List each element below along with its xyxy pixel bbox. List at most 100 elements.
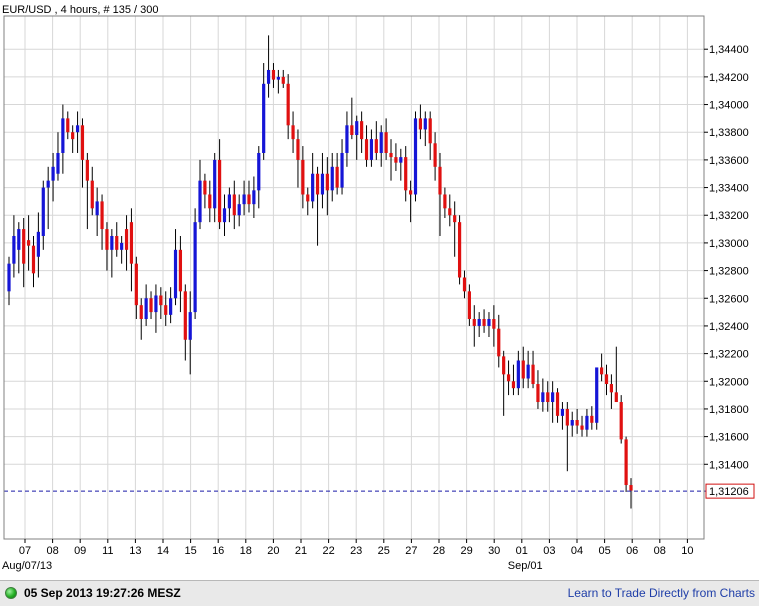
y-tick-label: 1,34000 bbox=[709, 100, 749, 112]
candle-body bbox=[369, 139, 374, 160]
x-tick-label: 10 bbox=[681, 545, 693, 557]
candle-body bbox=[139, 305, 143, 320]
candle-body bbox=[448, 208, 452, 216]
candle-body bbox=[394, 157, 398, 163]
last-price-marker: 1,31206 bbox=[705, 483, 755, 499]
candle-body bbox=[188, 312, 192, 340]
candle bbox=[193, 208, 197, 320]
candle-body bbox=[208, 194, 212, 209]
candle-body bbox=[154, 295, 158, 313]
x-tick-label: 05 bbox=[598, 545, 610, 557]
candle-body bbox=[110, 235, 114, 250]
candle-body bbox=[482, 319, 486, 326]
candle-body bbox=[71, 132, 75, 140]
candle-body bbox=[404, 157, 408, 191]
candle-body bbox=[296, 139, 300, 160]
candle-body bbox=[340, 152, 344, 188]
x-tick-label: 21 bbox=[295, 545, 307, 557]
x-tick-label: 14 bbox=[157, 545, 169, 557]
candle-body bbox=[257, 152, 261, 191]
candle-body bbox=[217, 159, 222, 223]
x-tick-label: 30 bbox=[488, 545, 500, 557]
candle bbox=[619, 395, 623, 444]
candlestick-chart[interactable]: 1,31400 1,31600 1,31800 1,32000 1,32200 1,324… bbox=[0, 0, 759, 580]
candle-body bbox=[149, 298, 153, 313]
candle-body bbox=[590, 415, 594, 423]
x-tick-label: 06 bbox=[626, 545, 638, 557]
candle-body bbox=[36, 231, 40, 257]
candle-body bbox=[105, 229, 109, 250]
candle-body bbox=[614, 392, 618, 403]
candle-body bbox=[315, 173, 320, 195]
candle-body bbox=[595, 367, 599, 423]
candle-body bbox=[271, 69, 276, 80]
candle-body bbox=[526, 364, 530, 379]
candle-body bbox=[472, 319, 476, 326]
candle-body bbox=[232, 194, 236, 216]
y-tick-label: 1,33600 bbox=[709, 155, 749, 167]
y-tick-label: 1,34400 bbox=[709, 44, 749, 56]
candle-body bbox=[428, 118, 432, 144]
candle-body bbox=[345, 125, 349, 153]
candle-body bbox=[301, 159, 305, 195]
connection-status-icon bbox=[5, 587, 17, 599]
candle-body bbox=[502, 356, 506, 375]
candle-body bbox=[22, 229, 26, 264]
candle-body bbox=[546, 392, 550, 403]
candle bbox=[624, 436, 628, 492]
chart-title: EUR/USD , 4 hours, # 135 / 300 bbox=[2, 4, 159, 16]
candle-body bbox=[247, 194, 251, 205]
candle-body bbox=[124, 229, 129, 250]
candle-body bbox=[619, 402, 623, 440]
candle-body bbox=[85, 159, 89, 181]
last-price-label: 1,31206 bbox=[709, 486, 749, 498]
candle-body bbox=[320, 173, 325, 195]
x-tick-label: 28 bbox=[433, 545, 445, 557]
candle-body bbox=[227, 194, 231, 209]
candle-body bbox=[521, 360, 525, 379]
y-tick-label: 1,33800 bbox=[709, 127, 749, 139]
candle-body bbox=[17, 229, 21, 250]
chart-area[interactable]: 1,31400 1,31600 1,31800 1,32000 1,32200 1,324… bbox=[0, 0, 759, 580]
x-sublabel: Aug/07/13 bbox=[2, 560, 52, 572]
candle-body bbox=[624, 439, 628, 486]
x-tick-label: 29 bbox=[460, 545, 472, 557]
y-tick-label: 1,32000 bbox=[709, 376, 749, 388]
x-tick-label: 04 bbox=[571, 545, 583, 557]
candle-body bbox=[560, 408, 565, 416]
candle bbox=[457, 215, 462, 285]
candle-body bbox=[164, 305, 168, 315]
candle-body bbox=[46, 180, 50, 188]
y-tick-label: 1,31600 bbox=[709, 432, 749, 444]
candle-body bbox=[80, 125, 85, 160]
candle-body bbox=[198, 180, 202, 223]
x-tick-label: 13 bbox=[129, 545, 141, 557]
candle-body bbox=[477, 319, 481, 326]
candle-body bbox=[66, 118, 70, 133]
status-bar: 05 Sep 2013 19:27:26 MESZ Learn to Trade… bbox=[0, 580, 759, 606]
x-tick-label: 20 bbox=[267, 545, 279, 557]
candle-body bbox=[222, 208, 227, 223]
candle-body bbox=[462, 277, 467, 292]
x-sublabel: Sep/01 bbox=[508, 560, 543, 572]
x-tick-label: 25 bbox=[378, 545, 390, 557]
y-tick-label: 1,33000 bbox=[709, 238, 749, 250]
candle-body bbox=[350, 125, 354, 135]
candle-body bbox=[457, 222, 462, 278]
candle-body bbox=[41, 187, 45, 236]
candle-body bbox=[75, 125, 80, 133]
status-timestamp: 05 Sep 2013 19:27:26 MESZ bbox=[24, 586, 181, 600]
candle-body bbox=[266, 69, 271, 84]
candle-body bbox=[487, 319, 491, 326]
learn-to-trade-link[interactable]: Learn to Trade Directly from Charts bbox=[568, 586, 755, 600]
candle-body bbox=[262, 83, 266, 153]
candle-body bbox=[330, 166, 334, 191]
candle-body bbox=[360, 121, 364, 140]
candle-body bbox=[242, 194, 246, 205]
candle-body bbox=[56, 152, 60, 174]
candle-body bbox=[252, 190, 256, 205]
candle-body bbox=[418, 118, 423, 130]
candle-body bbox=[178, 249, 183, 292]
candle bbox=[595, 367, 599, 430]
candle-body bbox=[90, 180, 94, 209]
